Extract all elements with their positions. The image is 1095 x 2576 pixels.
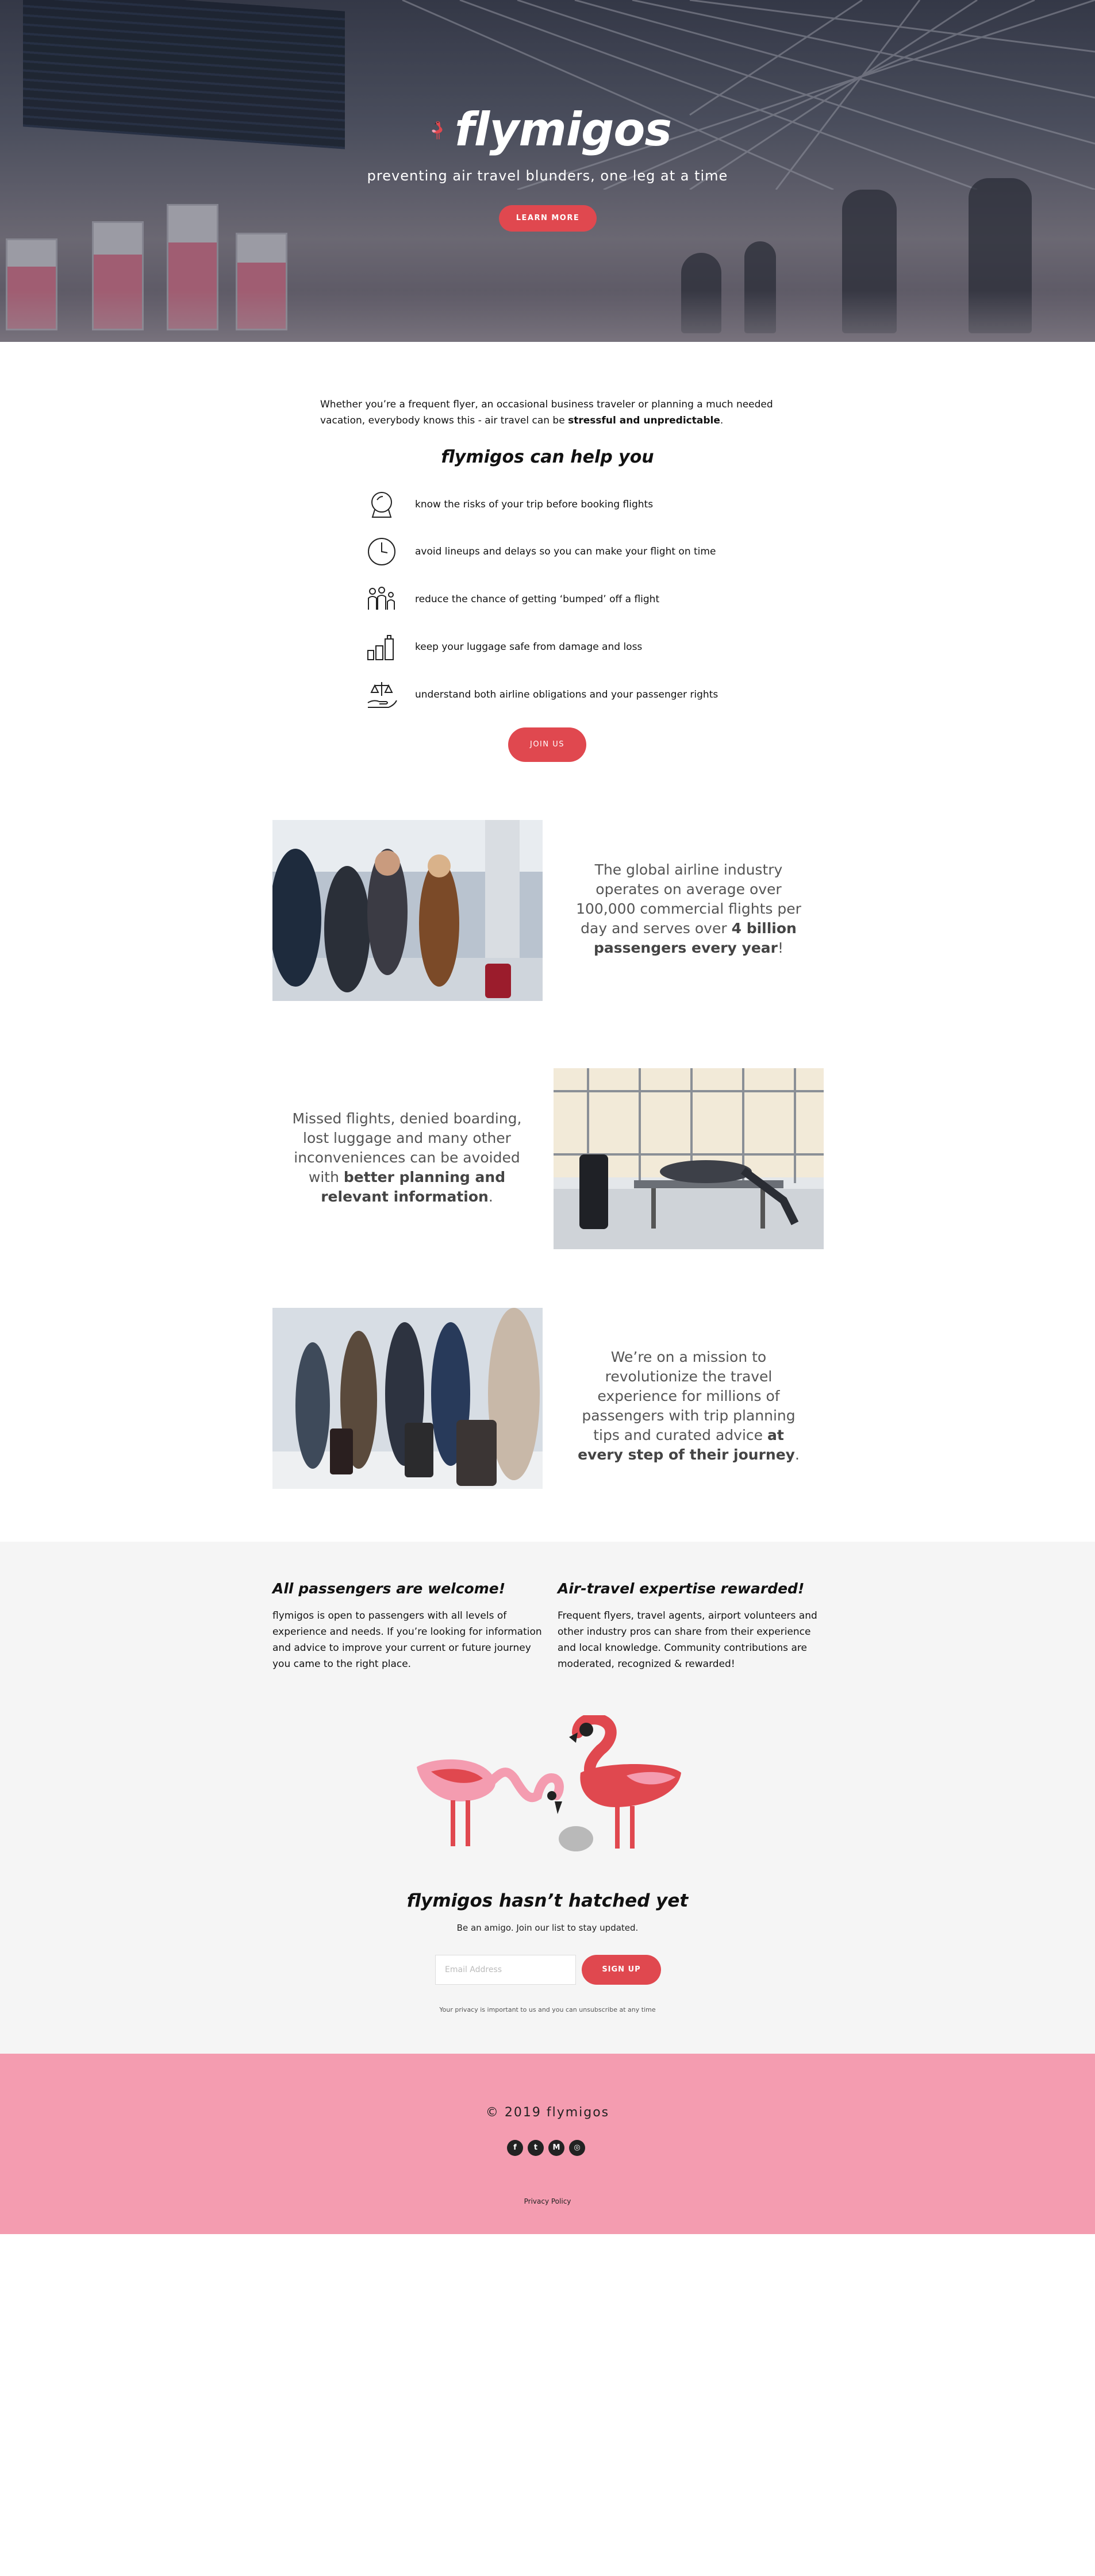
clock-icon xyxy=(368,538,395,565)
inconveniences-text: Missed flights, denied boarding, lost lu… xyxy=(292,1110,522,1205)
privacy-policy-link[interactable]: Privacy Policy xyxy=(0,2197,1095,2205)
brand-logo[interactable]: flymigos xyxy=(430,101,672,158)
medium-icon[interactable]: M xyxy=(548,2140,564,2156)
sign-up-button[interactable]: SIGN UP xyxy=(582,1955,661,1985)
social-links: f t M ◎ xyxy=(507,2140,585,2156)
email-field[interactable] xyxy=(435,1955,576,1985)
site-footer: © 2019 flymigos f t M ◎ Privacy Policy xyxy=(0,2054,1095,2234)
hero-banner: flymigos preventing air travel blunders,… xyxy=(0,0,1095,342)
facebook-icon[interactable]: f xyxy=(507,2140,523,2156)
flamingo-logo-icon xyxy=(432,121,443,139)
industry-stats-text: The global airline industry operates on … xyxy=(576,861,801,956)
crystal-ball-icon xyxy=(371,492,392,518)
feature-item: understand both airline obligations and … xyxy=(366,677,768,712)
feature-item: keep your luggage safe from damage and l… xyxy=(366,630,768,664)
travelers-talking-photo xyxy=(272,820,543,1001)
flamingo-couple-illustration xyxy=(417,1715,681,1851)
intro-paragraph: Whether you’re a frequent flyer, an occa… xyxy=(320,399,773,426)
expertise-rewarded-title: Air-travel expertise rewarded! xyxy=(558,1580,805,1597)
signup-title: flymigos hasn’t hatched yet xyxy=(406,1890,689,1911)
hero-tagline: preventing air travel blunders, one leg … xyxy=(367,168,728,184)
learn-more-button[interactable]: LEARN MORE xyxy=(499,205,597,232)
help-section-title: flymigos can help you xyxy=(441,447,654,467)
expertise-rewarded-text: Frequent flyers, travel agents, airport … xyxy=(558,1610,817,1670)
privacy-note: Your privacy is important to us and you … xyxy=(439,2006,656,2013)
feature-text: reduce the chance of getting ‘bumped’ of… xyxy=(415,594,660,605)
feature-text: know the risks of your trip before booki… xyxy=(415,499,654,510)
feature-item: avoid lineups and delays so you can make… xyxy=(366,534,768,569)
twitter-icon[interactable]: t xyxy=(528,2140,544,2156)
join-us-button[interactable]: JOIN US xyxy=(508,727,586,762)
scales-hand-icon xyxy=(367,682,397,708)
brand-name: flymigos xyxy=(455,102,672,156)
intro-emphasis: stressful and unpredictable xyxy=(568,415,720,426)
instagram-icon[interactable]: ◎ xyxy=(569,2140,585,2156)
mission-text: We’re on a mission to revolutionize the … xyxy=(578,1349,800,1463)
passengers-welcome-title: All passengers are welcome! xyxy=(272,1580,506,1597)
copyright-text: © 2019 flymigos xyxy=(485,2105,610,2120)
feature-item: reduce the chance of getting ‘bumped’ of… xyxy=(366,582,768,617)
feature-text: understand both airline obligations and … xyxy=(415,689,719,700)
signup-subtitle: Be an amigo. Join our list to stay updat… xyxy=(456,1923,639,1933)
passengers-welcome-text: flymigos is open to passengers with all … xyxy=(272,1610,542,1670)
people-icon xyxy=(368,587,395,610)
luggage-icon xyxy=(367,635,394,660)
travelers-queue-photo xyxy=(272,1308,543,1489)
feature-item: know the risks of your trip before booki… xyxy=(366,487,768,522)
feature-text: avoid lineups and delays so you can make… xyxy=(415,546,716,557)
sleeping-traveler-photo xyxy=(554,1068,824,1249)
feature-text: keep your luggage safe from damage and l… xyxy=(415,641,643,653)
